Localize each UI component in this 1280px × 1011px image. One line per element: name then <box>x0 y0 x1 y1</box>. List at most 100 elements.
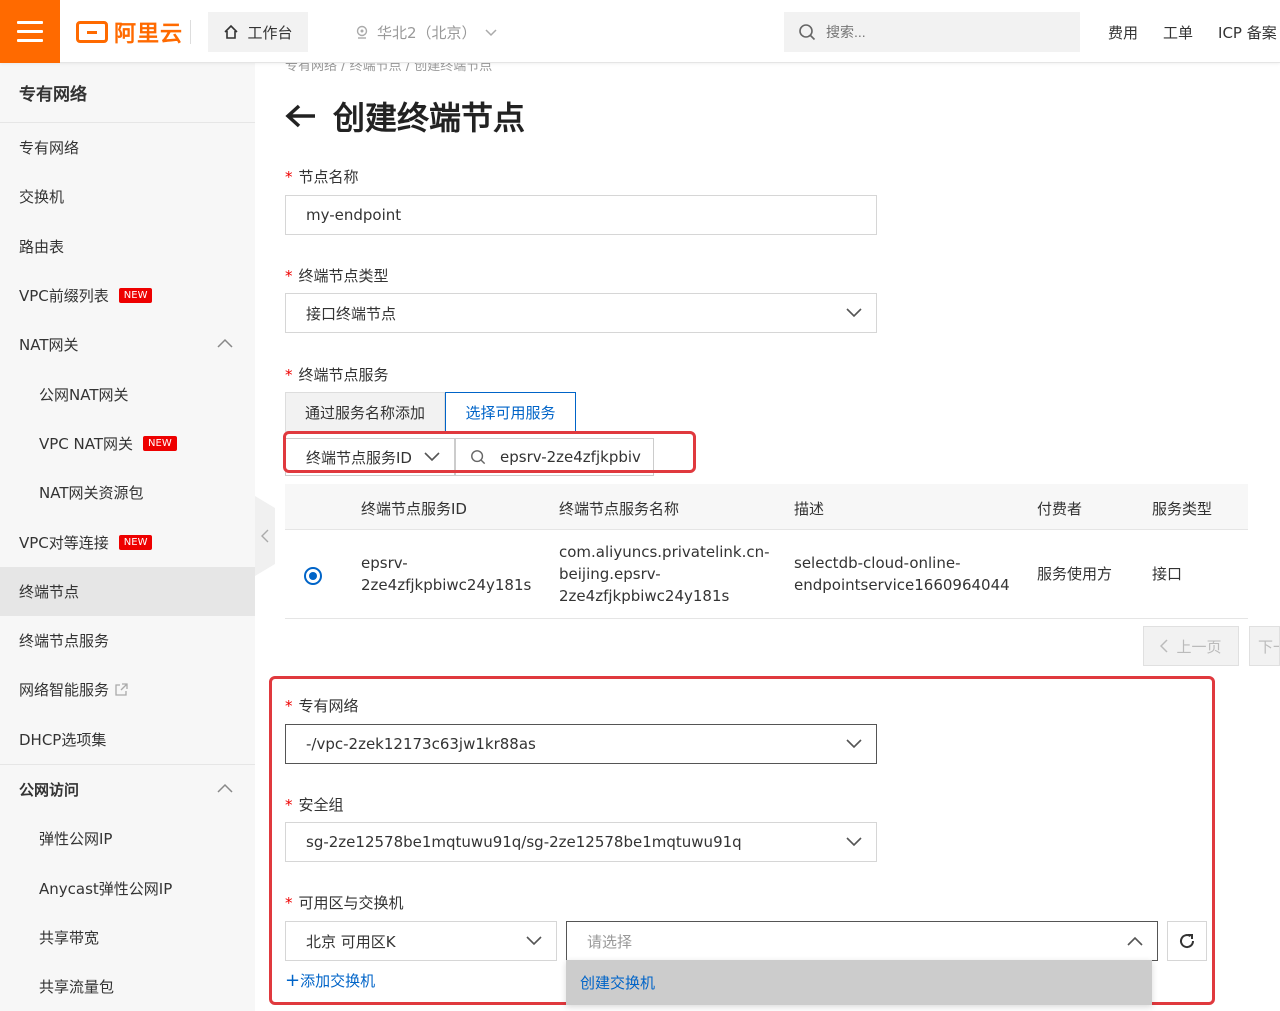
sidebar-item-eip[interactable]: 弹性公网IP <box>0 814 255 863</box>
sidebar-item-route-table[interactable]: 路由表 <box>0 222 255 271</box>
column-header: 服务类型 <box>1152 500 1213 518</box>
sidebar-item-vpc-nat[interactable]: VPC NAT网关 NEW <box>0 419 255 468</box>
ticket-link[interactable]: 工单 <box>1163 22 1193 43</box>
vswitch-placeholder: 请选择 <box>587 932 633 951</box>
sidebar-item-shared-bandwidth[interactable]: 共享带宽 <box>0 913 255 962</box>
add-vswitch-link[interactable]: +添加交换机 <box>285 970 375 991</box>
cell-text: selectdb-cloud-online- <box>794 554 961 572</box>
sidebar-group-public-access[interactable]: 公网访问 <box>0 765 255 814</box>
vpc-value: -/vpc-2zek12173c63jw1kr88as <box>306 735 536 753</box>
service-name-cell: com.aliyuncs.privatelink.cn- beijing.eps… <box>559 541 770 607</box>
row-radio-selected[interactable] <box>304 567 322 585</box>
sidebar-item-vpc[interactable]: 专有网络 <box>0 123 255 172</box>
service-type-cell: 接口 <box>1152 565 1183 583</box>
page-header: 创建终端节点 <box>285 93 525 139</box>
tab-label: 通过服务名称添加 <box>304 403 425 422</box>
sidebar-item-label: VPC对等连接 <box>19 533 109 552</box>
zone-select[interactable]: 北京 可用区K <box>285 921 557 961</box>
hamburger-menu-button[interactable] <box>0 0 60 63</box>
chevron-down-icon <box>526 936 542 946</box>
endpoint-type-value: 接口终端节点 <box>306 304 397 323</box>
cell-text: 2ze4zfjkpbiwc24y181s <box>559 587 730 605</box>
back-arrow-icon[interactable] <box>285 103 317 129</box>
required-mark: * <box>285 796 293 814</box>
chevron-down-icon <box>846 837 862 847</box>
sidebar-item-label: NAT网关资源包 <box>39 484 144 503</box>
sidebar-item-endpoint-service[interactable]: 终端节点服务 <box>0 616 255 665</box>
next-page-button[interactable]: 下一页 <box>1249 626 1280 666</box>
sidebar-item-network-intelligence[interactable]: 网络智能服务 <box>0 665 255 714</box>
sidebar-item-label: 共享流量包 <box>39 978 115 997</box>
security-group-select[interactable]: sg-2ze12578be1mqtuwu91q/sg-2ze12578be1mq… <box>285 822 877 862</box>
icp-link[interactable]: ICP 备案 <box>1218 22 1277 43</box>
prev-page-label: 上一页 <box>1176 637 1222 656</box>
next-page-label: 下一页 <box>1258 637 1279 656</box>
vpc-label: * 专有网络 <box>285 695 359 716</box>
sidebar-item-vpc-peering[interactable]: VPC对等连接 NEW <box>0 517 255 566</box>
divider <box>190 20 191 44</box>
vswitch-select[interactable]: 请选择 <box>566 921 1158 961</box>
tab-select-available[interactable]: 选择可用服务 <box>445 392 576 432</box>
label-text: 终端节点类型 <box>298 267 389 285</box>
required-mark: * <box>285 267 293 285</box>
aliyun-logo-icon <box>76 21 108 43</box>
node-name-input[interactable]: my-endpoint <box>285 195 877 235</box>
sidebar-item-label: VPC NAT网关 <box>39 434 134 453</box>
sidebar: 专有网络 专有网络 交换机 路由表 VPC前缀列表 NEW NAT网关 公网NAT… <box>0 63 255 1011</box>
column-header: 终端节点服务名称 <box>559 500 680 518</box>
required-mark: * <box>285 894 293 912</box>
sidebar-item-anycast-eip[interactable]: Anycast弹性公网IP <box>0 863 255 912</box>
menu-icon-line <box>17 39 43 42</box>
tab-add-by-name[interactable]: 通过服务名称添加 <box>285 392 445 432</box>
sidebar-item-label: NAT网关 <box>19 336 79 355</box>
sidebar-item-label: 公网NAT网关 <box>39 385 129 404</box>
vpc-select[interactable]: -/vpc-2zek12173c63jw1kr88as <box>285 724 877 764</box>
sidebar-item-label: 终端节点 <box>19 582 80 601</box>
page-title: 创建终端节点 <box>333 99 526 137</box>
sidebar-item-label: 终端节点服务 <box>19 632 110 651</box>
option-label: 创建交换机 <box>580 974 656 992</box>
chevron-down-icon <box>846 739 862 749</box>
global-search <box>784 12 1080 52</box>
payer-cell: 服务使用方 <box>1037 565 1113 583</box>
sidebar-item-shared-traffic[interactable]: 共享流量包 <box>0 962 255 1011</box>
sidebar-item-label: 路由表 <box>19 237 65 256</box>
security-group-value: sg-2ze12578be1mqtuwu91q/sg-2ze12578be1mq… <box>306 833 742 851</box>
external-link-icon <box>115 683 128 697</box>
search-input[interactable] <box>826 24 1056 40</box>
billing-link[interactable]: 费用 <box>1108 22 1138 43</box>
chevron-up-icon <box>217 783 233 793</box>
workbench-button[interactable]: 工作台 <box>208 12 308 52</box>
sidebar-item-label: 专有网络 <box>19 139 80 158</box>
sidebar-group-nat[interactable]: NAT网关 <box>0 320 255 369</box>
region-label: 华北2（北京） <box>377 24 477 42</box>
sidebar-item-nat-package[interactable]: NAT网关资源包 <box>0 468 255 517</box>
add-vswitch-label: 添加交换机 <box>300 972 376 990</box>
cell-text: 2ze4zfjkpbiwc24y181s <box>361 576 532 594</box>
node-name-value: my-endpoint <box>306 206 402 224</box>
endpoint-type-select[interactable]: 接口终端节点 <box>285 293 877 333</box>
menu-icon-line <box>17 21 43 24</box>
highlight-frame <box>283 431 696 473</box>
security-group-label: * 安全组 <box>285 794 344 815</box>
sidebar-item-public-nat[interactable]: 公网NAT网关 <box>0 369 255 418</box>
description-cell: selectdb-cloud-online- endpointservice16… <box>794 552 1010 596</box>
sidebar-item-dhcp[interactable]: DHCP选项集 <box>0 715 255 764</box>
prev-page-button[interactable]: 上一页 <box>1143 626 1239 666</box>
sidebar-item-vswitch[interactable]: 交换机 <box>0 172 255 221</box>
sidebar-item-prefix-list[interactable]: VPC前缀列表 NEW <box>0 271 255 320</box>
create-vswitch-option[interactable]: 创建交换机 <box>566 960 1152 1005</box>
node-name-label: * 节点名称 <box>285 166 359 187</box>
aliyun-logo[interactable]: 阿里云 <box>76 19 183 47</box>
label-text: 安全组 <box>298 796 344 814</box>
column-header: 终端节点服务ID <box>361 500 467 518</box>
cell-text: com.aliyuncs.privatelink.cn- <box>559 543 770 561</box>
refresh-button[interactable] <box>1167 921 1207 961</box>
sidebar-item-label: VPC前缀列表 <box>19 287 109 306</box>
sidebar-item-label: 网络智能服务 <box>19 681 110 700</box>
sidebar-item-endpoint[interactable]: 终端节点 <box>0 566 255 616</box>
column-header: 描述 <box>794 500 825 518</box>
region-selector[interactable]: 华北2（北京） <box>355 22 497 43</box>
chevron-up-icon <box>217 339 233 348</box>
new-badge: NEW <box>118 534 153 550</box>
